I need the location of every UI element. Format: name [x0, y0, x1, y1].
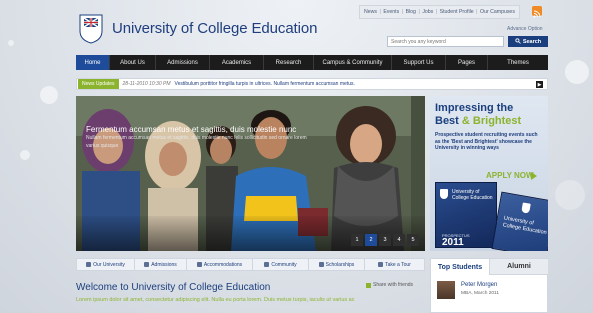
quick-link-accommodations[interactable]: Accommodations — [187, 259, 253, 270]
site-title[interactable]: University of College Education — [112, 20, 317, 37]
prospectus-title: University of College Education — [452, 189, 493, 201]
slide-1-button[interactable]: 1 — [351, 234, 363, 246]
students-panel: Top Students Alumni Peter Morgen MBA, Ma… — [430, 258, 548, 313]
nav-item-research[interactable]: Research — [264, 55, 314, 70]
slide-3-button[interactable]: 3 — [379, 234, 391, 246]
book-crest-icon — [521, 202, 531, 214]
prospectus-back-title: University of College Education — [502, 215, 548, 236]
prospectus-book: University of College Education PROSPECT… — [435, 182, 497, 248]
nav-item-about-us[interactable]: About Us — [110, 55, 156, 70]
prospectus-year: 2011 — [442, 237, 464, 248]
background-bokeh — [565, 60, 589, 84]
nav-item-home[interactable]: Home — [76, 55, 110, 70]
star-icon — [318, 262, 324, 267]
university-crest-logo[interactable] — [79, 14, 103, 44]
hero-slider[interactable] — [76, 96, 425, 251]
quick-link-label: Our University — [93, 261, 125, 268]
share-icon — [366, 282, 371, 288]
promo-brightest: Brightest — [472, 115, 522, 127]
home-icon — [86, 262, 92, 267]
promo-title-line2: Best & Brightest — [435, 115, 521, 127]
prospectus-book-back: University of College Education — [491, 191, 548, 251]
background-bokeh — [40, 86, 58, 104]
background-bokeh — [8, 40, 14, 46]
search-icon — [515, 37, 521, 46]
people-icon — [264, 262, 270, 267]
promo-best: Best — [435, 115, 459, 127]
nav-item-pages[interactable]: Pages — [446, 55, 488, 70]
welcome-heading: Welcome to University of College Educati… — [76, 282, 271, 293]
apply-now-link[interactable]: APPLY NOW — [486, 171, 534, 180]
top-link-events[interactable]: Events — [383, 9, 399, 15]
news-headline-link[interactable]: Vestibulum porttitor fringilla turpis in… — [175, 81, 355, 87]
promo-title-line1: Impressing the — [435, 102, 514, 114]
top-link-student-profile[interactable]: Student Profile — [440, 9, 474, 15]
promo-description: Prospective student recruiting events su… — [435, 132, 538, 151]
rss-icon[interactable] — [532, 6, 542, 18]
nav-item-admissions[interactable]: Admissions — [156, 55, 210, 70]
quick-link-label: Accommodations — [203, 261, 243, 268]
quick-link-admissions[interactable]: Admissions — [135, 259, 187, 270]
map-icon — [378, 262, 384, 267]
top-links: News | Events | Blog | Jobs | Student Profil… — [359, 5, 520, 19]
student-name[interactable]: Peter Morgen — [461, 282, 497, 288]
welcome-intro-text: Lorem ipsum dolor sit amet, consectetur … — [76, 297, 355, 303]
top-link-jobs[interactable]: Jobs — [422, 9, 433, 15]
search-input[interactable] — [387, 36, 504, 47]
nav-item-support-us[interactable]: Support Us — [392, 55, 446, 70]
page: University of College Education News | Ev… — [76, 0, 548, 313]
avatar[interactable] — [437, 281, 455, 299]
next-arrow-icon[interactable]: ▶ — [536, 81, 543, 88]
top-link-our-campuses[interactable]: Our Campuses — [480, 9, 515, 15]
top-link-news[interactable]: News — [364, 9, 377, 15]
student-info: MBA, March 2011 — [461, 291, 500, 296]
house-icon — [196, 262, 202, 267]
quick-link-label: Admissions — [151, 261, 177, 268]
pencil-icon — [144, 262, 150, 267]
share-with-friends[interactable]: Share with friends — [366, 282, 413, 288]
main-nav: Home About Us Admissions Academics Resea… — [76, 55, 548, 70]
hero-caption-title[interactable]: Fermentum accumsan metus et sagittis, du… — [86, 125, 296, 134]
nav-item-campus-community[interactable]: Campus & Community — [314, 55, 392, 70]
tab-alumni[interactable]: Alumni — [490, 259, 548, 275]
book-crest-icon — [440, 189, 448, 199]
hero-caption-text: Nullam fermentum accumsan metus et sagit… — [86, 135, 307, 149]
quick-link-label: Community — [271, 261, 297, 268]
top-link-blog[interactable]: Blog — [406, 9, 416, 15]
quick-link-take-a-tour[interactable]: Take a Tour — [365, 259, 424, 270]
nav-item-themes[interactable]: Themes — [488, 55, 548, 70]
slide-2-button[interactable]: 2 — [365, 234, 377, 246]
quick-link-scholarships[interactable]: Scholarships — [309, 259, 365, 270]
search-button-label: Search — [522, 38, 542, 45]
promo-ampersand: & — [461, 115, 470, 127]
slide-4-button[interactable]: 4 — [393, 234, 405, 246]
quick-link-label: Take a Tour — [385, 261, 411, 268]
news-updates-label: News Updates — [78, 79, 119, 89]
news-date: 28-11-2010 10:30 PM — [122, 81, 171, 87]
slider-pagination: 1 2 3 4 5 — [351, 234, 419, 246]
advance-option-link[interactable]: Advance Option — [507, 26, 543, 32]
nav-item-academics[interactable]: Academics — [210, 55, 264, 70]
quick-link-community[interactable]: Community — [253, 259, 309, 270]
tab-top-students[interactable]: Top Students — [431, 259, 490, 275]
quick-link-label: Scholarships — [325, 261, 355, 268]
slide-5-button[interactable]: 5 — [407, 234, 419, 246]
quick-link-our-university[interactable]: Our University — [77, 259, 135, 270]
search-button[interactable]: Search — [508, 36, 548, 47]
background-bokeh — [555, 180, 585, 210]
share-label: Share with friends — [373, 282, 414, 288]
apply-arrow-icon — [531, 172, 537, 180]
background-bokeh — [20, 150, 30, 160]
promo-banner[interactable]: Impressing the Best & Brightest Prospect… — [430, 96, 548, 251]
news-ticker: News Updates 28-11-2010 10:30 PM Vestibu… — [76, 78, 548, 90]
quick-links-bar: Our University Admissions Accommodations… — [76, 258, 425, 271]
